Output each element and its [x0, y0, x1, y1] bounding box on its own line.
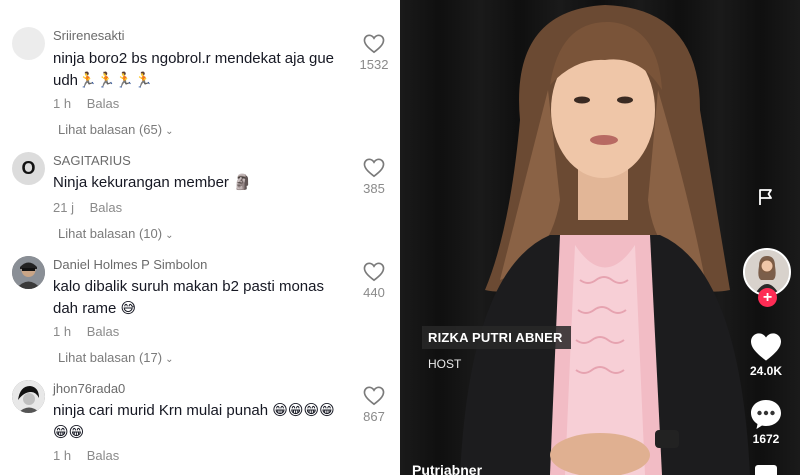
person-photo-icon — [12, 380, 45, 413]
comment-like-count: 1532 — [359, 57, 389, 72]
follow-button[interactable]: + — [758, 288, 777, 307]
comment-like-count: 440 — [363, 285, 385, 300]
avatar[interactable]: O — [12, 152, 45, 185]
comment-like-button[interactable]: 385 — [350, 158, 398, 196]
share-icon[interactable] — [755, 465, 777, 475]
avatar[interactable] — [12, 27, 45, 60]
reply-button[interactable]: Balas — [87, 96, 120, 111]
heart-outline-icon — [363, 386, 385, 406]
comment-meta: 1 h Balas — [53, 448, 119, 463]
heart-outline-icon — [363, 158, 385, 178]
person-photo-icon — [12, 256, 45, 289]
video-like-button[interactable]: 24.0K — [740, 332, 792, 378]
chevron-down-icon: ⌄ — [165, 354, 174, 365]
lower-third: RIZKA PUTRI ABNER HOST — [422, 326, 571, 371]
comments-panel: Sriirenesakti ninja boro2 bs ngobrol.r m… — [0, 0, 400, 475]
chevron-down-icon: ⌄ — [165, 230, 174, 241]
reply-button[interactable]: Balas — [90, 200, 123, 215]
comment-text: Ninja kekurangan member 🗿 — [53, 174, 252, 191]
comment-like-count: 867 — [363, 409, 385, 424]
comment-bubble-icon — [751, 400, 781, 429]
comment-meta: 1 h Balas — [53, 96, 119, 111]
video-player[interactable]: RIZKA PUTRI ABNER HOST + 24.0K 1672 Putr… — [400, 0, 800, 475]
video-like-count: 24.0K — [749, 364, 783, 378]
comment-time: 1 h — [53, 448, 72, 463]
chevron-down-icon: ⌄ — [165, 126, 174, 137]
heart-filled-icon — [751, 333, 781, 361]
avatar[interactable] — [12, 256, 45, 289]
comment-username[interactable]: jhon76rada0 — [53, 381, 125, 396]
lower-third-role: HOST — [428, 357, 462, 371]
heart-outline-icon — [363, 262, 385, 282]
video-comment-count: 1672 — [752, 432, 780, 446]
comment-time: 21 j — [53, 200, 74, 215]
view-replies-label: Lihat balasan (10) — [58, 226, 163, 241]
report-button[interactable] — [740, 188, 792, 206]
author-handle[interactable]: Putriabner — [412, 462, 482, 475]
comment-meta: 1 h Balas — [53, 324, 119, 339]
comment-meta: 21 j Balas — [53, 200, 122, 215]
comment-text: ninja cari murid Krn mulai punah 😁😁😁😁😁😁 — [53, 402, 335, 441]
video-comment-button[interactable]: 1672 — [740, 398, 792, 446]
comment-text: ninja boro2 bs ngobrol.r mendekat aja gu… — [53, 50, 335, 89]
comment-like-count: 385 — [363, 181, 385, 196]
reply-button[interactable]: Balas — [87, 448, 120, 463]
comment-username[interactable]: Sriirenesakti — [53, 28, 125, 43]
comment-time: 1 h — [53, 324, 72, 339]
view-replies-label: Lihat balasan (65) — [58, 122, 163, 137]
comment-like-button[interactable]: 1532 — [350, 34, 398, 72]
view-replies-button[interactable]: Lihat balasan (17) ⌄ — [58, 350, 173, 365]
comment-username[interactable]: Daniel Holmes P Simbolon — [53, 257, 207, 272]
reply-button[interactable]: Balas — [87, 324, 120, 339]
view-replies-label: Lihat balasan (17) — [58, 350, 163, 365]
comment-username[interactable]: SAGITARIUS — [53, 153, 131, 168]
comment-time: 1 h — [53, 96, 72, 111]
view-replies-button[interactable]: Lihat balasan (10) ⌄ — [58, 226, 173, 241]
comment-like-button[interactable]: 440 — [350, 262, 398, 300]
comment-text: kalo dibalik suruh makan b2 pasti monas … — [53, 278, 324, 317]
lower-third-name: RIZKA PUTRI ABNER — [422, 326, 571, 349]
avatar[interactable] — [12, 380, 45, 413]
heart-outline-icon[interactable] — [364, 0, 386, 4]
flag-icon — [759, 189, 772, 205]
plus-icon: + — [762, 289, 773, 306]
view-replies-button[interactable]: Lihat balasan (65) ⌄ — [58, 122, 173, 137]
comment-like-button[interactable]: 867 — [350, 386, 398, 424]
heart-outline-icon — [363, 34, 385, 54]
